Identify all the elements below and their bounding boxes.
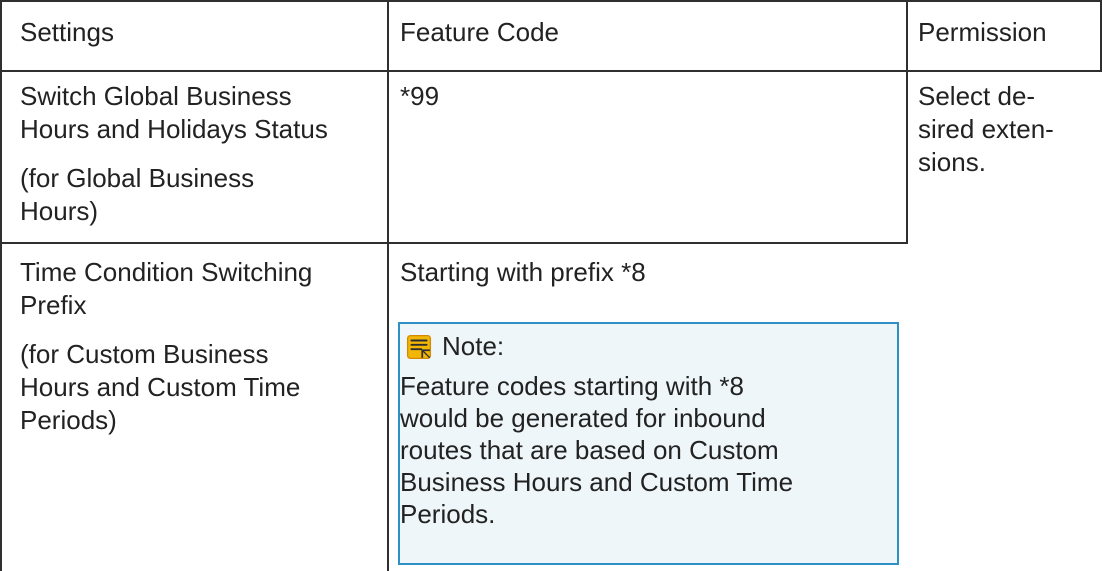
row-2-settings-subtitle: (for Custom Business Hours and Custom Ti…: [20, 339, 301, 435]
row-1-permission: Select de- sired exten- sions.: [918, 81, 1054, 177]
table-top-border: [0, 0, 1102, 2]
header-row-divider: [0, 70, 1102, 72]
header-feature-code: Feature Code: [400, 17, 559, 47]
table-left-border: [0, 0, 2, 571]
header-permission: Permission: [918, 17, 1047, 47]
feature-code-table: Settings Feature Code Permission Switch …: [0, 0, 1102, 571]
column-divider-1: [387, 0, 389, 571]
header-settings: Settings: [20, 17, 114, 47]
row-1-feature-code: *99: [400, 81, 440, 111]
note-box: Note: Feature codes starting with *8 wou…: [398, 322, 899, 565]
row-1-settings-subtitle: (for Global Business Hours): [20, 163, 255, 226]
row-2-feature-code: Starting with prefix *8: [400, 257, 646, 287]
note-header: Note:: [406, 330, 504, 363]
row-divider-1: [0, 242, 908, 244]
row-1-settings-title: Switch Global Business Hours and Holiday…: [20, 81, 328, 144]
row-2-settings-title: Time Condition Switching Prefix: [20, 257, 313, 320]
note-title: Note:: [442, 331, 505, 361]
note-text: Feature codes starting with *8 would be …: [400, 371, 794, 529]
column-divider-2: [906, 0, 908, 244]
note-icon: [406, 334, 432, 359]
